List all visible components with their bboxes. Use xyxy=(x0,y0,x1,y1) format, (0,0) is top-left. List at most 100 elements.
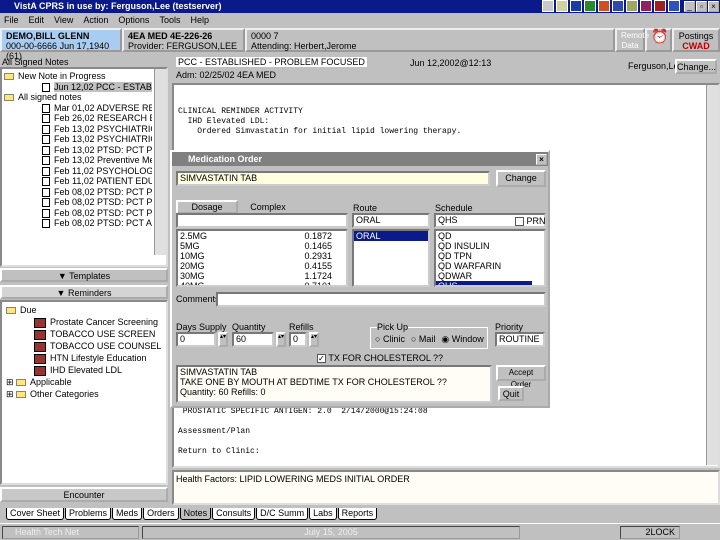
menu-help[interactable]: Help xyxy=(190,13,209,28)
schedule-option[interactable]: QD TPN xyxy=(436,251,532,261)
tree-note-item[interactable]: Feb 13,02 PSYCHIATRIC PSY xyxy=(4,124,152,135)
reminders-tree[interactable]: Due Prostate Cancer Screening TOBACCO USE… xyxy=(0,300,168,485)
change-note-button[interactable]: Change... xyxy=(675,59,717,74)
publisher-icon[interactable] xyxy=(626,0,638,12)
dosage-option[interactable]: 10MG 0.2931 xyxy=(178,251,334,261)
change-drug-button[interactable]: Change xyxy=(496,170,546,187)
drug-field[interactable]: SIMVASTATIN TAB xyxy=(176,171,490,186)
dosage-input[interactable] xyxy=(176,213,348,228)
tree-note-item[interactable]: Feb 13,02 Preventive Medicin xyxy=(4,155,152,166)
explorer-icon[interactable] xyxy=(668,0,680,12)
tree-note-item[interactable]: Feb 11,02 PATIENT EDUCAT xyxy=(4,176,152,187)
alarm-clock-icon[interactable]: ⏰ xyxy=(645,28,672,52)
tree-node-signed[interactable]: All signed notes xyxy=(18,92,82,102)
book-icon[interactable] xyxy=(654,0,666,12)
outlook-icon[interactable] xyxy=(612,0,624,12)
schedule-option[interactable]: QD xyxy=(436,231,532,241)
dosage-option[interactable]: 2.5MG 0.1872 xyxy=(178,231,334,241)
tree-node-in-progress[interactable]: New Note in Progress xyxy=(18,71,106,81)
quantity-input[interactable]: 60 xyxy=(232,332,274,347)
tab-d-c-summ[interactable]: D/C Summ xyxy=(256,508,309,520)
accept-order-button[interactable]: Accept Order xyxy=(496,365,546,389)
reminders-applicable[interactable]: Applicable xyxy=(30,377,72,387)
tree-note-item[interactable]: Feb 13,02 PSYCHIATRIC PSY xyxy=(4,134,152,145)
schedule-option[interactable]: QD WARFARIN xyxy=(436,261,532,271)
pickup-radio-clinic[interactable]: ○ Clinic xyxy=(375,334,405,345)
maximize-button[interactable]: ▫ xyxy=(696,1,707,12)
reminder-item[interactable]: TOBACCO USE COUNSELING xyxy=(6,341,162,353)
tab-notes[interactable]: Notes xyxy=(179,508,212,520)
prn-checkbox[interactable] xyxy=(515,217,524,227)
route-list[interactable]: ORAL xyxy=(352,229,430,287)
schedule-option[interactable]: QDWAR xyxy=(436,271,532,281)
patient-info-button[interactable]: DEMO,BILL GLENN 000-00-6666 Jun 17,1940 … xyxy=(0,28,122,61)
tree-note-item[interactable]: Feb 08,02 PTSD: PCT AFTER xyxy=(4,218,152,229)
tree-note-item[interactable]: Feb 11,02 PSYCHOLOGY NU xyxy=(4,166,152,177)
tab-labs[interactable]: Labs xyxy=(309,508,337,520)
tab-consults[interactable]: Consults xyxy=(212,508,256,520)
comments-input[interactable] xyxy=(216,292,546,307)
reminder-item[interactable]: HTN Lifestyle Education xyxy=(6,353,162,365)
menu-tools[interactable]: Tools xyxy=(159,13,180,28)
tree-note-item[interactable]: Feb 08,02 PTSD: PCT PATIEN xyxy=(4,208,152,219)
tab-problems[interactable]: Problems xyxy=(65,508,112,520)
tree-note-item[interactable]: Feb 08,02 PTSD: PCT PATIEN xyxy=(4,197,152,208)
dialog-close-button[interactable]: × xyxy=(536,154,547,165)
excel-icon[interactable] xyxy=(584,0,596,12)
access-icon[interactable] xyxy=(640,0,652,12)
tab-orders[interactable]: Orders xyxy=(143,508,179,520)
postings-button[interactable]: Postings CWAD xyxy=(672,28,720,52)
pickup-radio-window[interactable]: ◉ Window xyxy=(441,334,483,345)
tree-item-current-note[interactable]: Jun 12,02 PCC - ESTABLISHED xyxy=(54,81,152,92)
route-input[interactable]: ORAL xyxy=(352,213,430,228)
app-icon[interactable] xyxy=(542,0,554,12)
menu-options[interactable]: Options xyxy=(118,13,149,28)
dosage-list[interactable]: 2.5MG 0.1872 5MG 0.1465 10MG 0.2931 20MG 0.4155… xyxy=(176,229,348,287)
menu-view[interactable]: View xyxy=(54,13,73,28)
reminder-item[interactable]: Prostate Cancer Screening xyxy=(6,317,162,329)
menu-edit[interactable]: Edit xyxy=(29,13,45,28)
dosage-option[interactable]: 20MG 0.4155 xyxy=(178,261,334,271)
tab-cover-sheet[interactable]: Cover Sheet xyxy=(6,508,65,520)
tree-note-item[interactable]: Feb 08,02 PTSD: PCT PATIEN xyxy=(4,187,152,198)
tab-meds[interactable]: Meds xyxy=(112,508,143,520)
menu-file[interactable]: File xyxy=(4,13,19,28)
folder-icon[interactable] xyxy=(556,0,568,12)
refills-input[interactable]: 0 xyxy=(289,332,307,347)
dosage-option[interactable]: 30MG 1.1724 xyxy=(178,271,334,281)
dosage-option[interactable]: 40MG 0.7101 xyxy=(178,281,334,285)
dosage-option[interactable]: 5MG 0.1465 xyxy=(178,241,334,251)
notes-tree[interactable]: New Note in Progress Jun 12,02 PCC - EST… xyxy=(0,67,168,267)
word-icon[interactable] xyxy=(570,0,582,12)
refills-stepper[interactable]: ▴▾ xyxy=(309,332,319,347)
tree-note-item[interactable]: Feb 26,02 RESEARCH ENRO xyxy=(4,113,152,124)
powerpoint-icon[interactable] xyxy=(598,0,610,12)
quit-button[interactable]: Quit xyxy=(498,386,524,401)
reminder-item[interactable]: IHD Elevated LDL xyxy=(6,365,162,377)
remote-data-button[interactable]: Remote Data xyxy=(615,28,649,52)
days-stepper[interactable]: ▴▾ xyxy=(218,332,228,347)
reminders-due[interactable]: Due xyxy=(20,305,37,315)
tab-complex[interactable]: Complex xyxy=(238,202,298,212)
sig-checkbox[interactable]: ✓ xyxy=(317,354,326,364)
reminders-other[interactable]: Other Categories xyxy=(30,389,99,399)
notes-scrollbar[interactable] xyxy=(154,69,166,255)
attending-button[interactable]: 0000 7 Attending: Herbert,Jerome xyxy=(245,28,615,52)
close-button[interactable]: × xyxy=(708,1,719,12)
reminders-button[interactable]: ▼ Reminders xyxy=(0,285,168,299)
note-scrollbar[interactable] xyxy=(706,85,718,465)
days-supply-input[interactable]: 0 xyxy=(176,332,216,347)
tree-note-item[interactable]: Mar 01,02 ADVERSE REACTI xyxy=(4,103,152,114)
tab-reports[interactable]: Reports xyxy=(337,508,378,520)
location-button[interactable]: 4EA MED 4E-226-26 Provider: FERGUSON,LEE xyxy=(122,28,245,52)
reminder-item[interactable]: TOBACCO USE SCREEN xyxy=(6,329,162,341)
tree-note-item[interactable]: Feb 13,02 PTSD: PCT PATIEN xyxy=(4,145,152,156)
schedule-option[interactable]: QD INSULIN xyxy=(436,241,532,251)
priority-select[interactable]: ROUTINE xyxy=(495,332,545,347)
encounter-button[interactable]: Encounter xyxy=(0,487,168,502)
menu-action[interactable]: Action xyxy=(83,13,108,28)
quantity-stepper[interactable]: ▴▾ xyxy=(276,332,286,347)
minimize-button[interactable]: _ xyxy=(684,1,695,12)
schedule-list[interactable]: QD QD INSULIN QD TPN QD WARFARIN QDWAR QHS xyxy=(434,229,546,287)
templates-button[interactable]: ▼ Templates xyxy=(0,268,168,282)
